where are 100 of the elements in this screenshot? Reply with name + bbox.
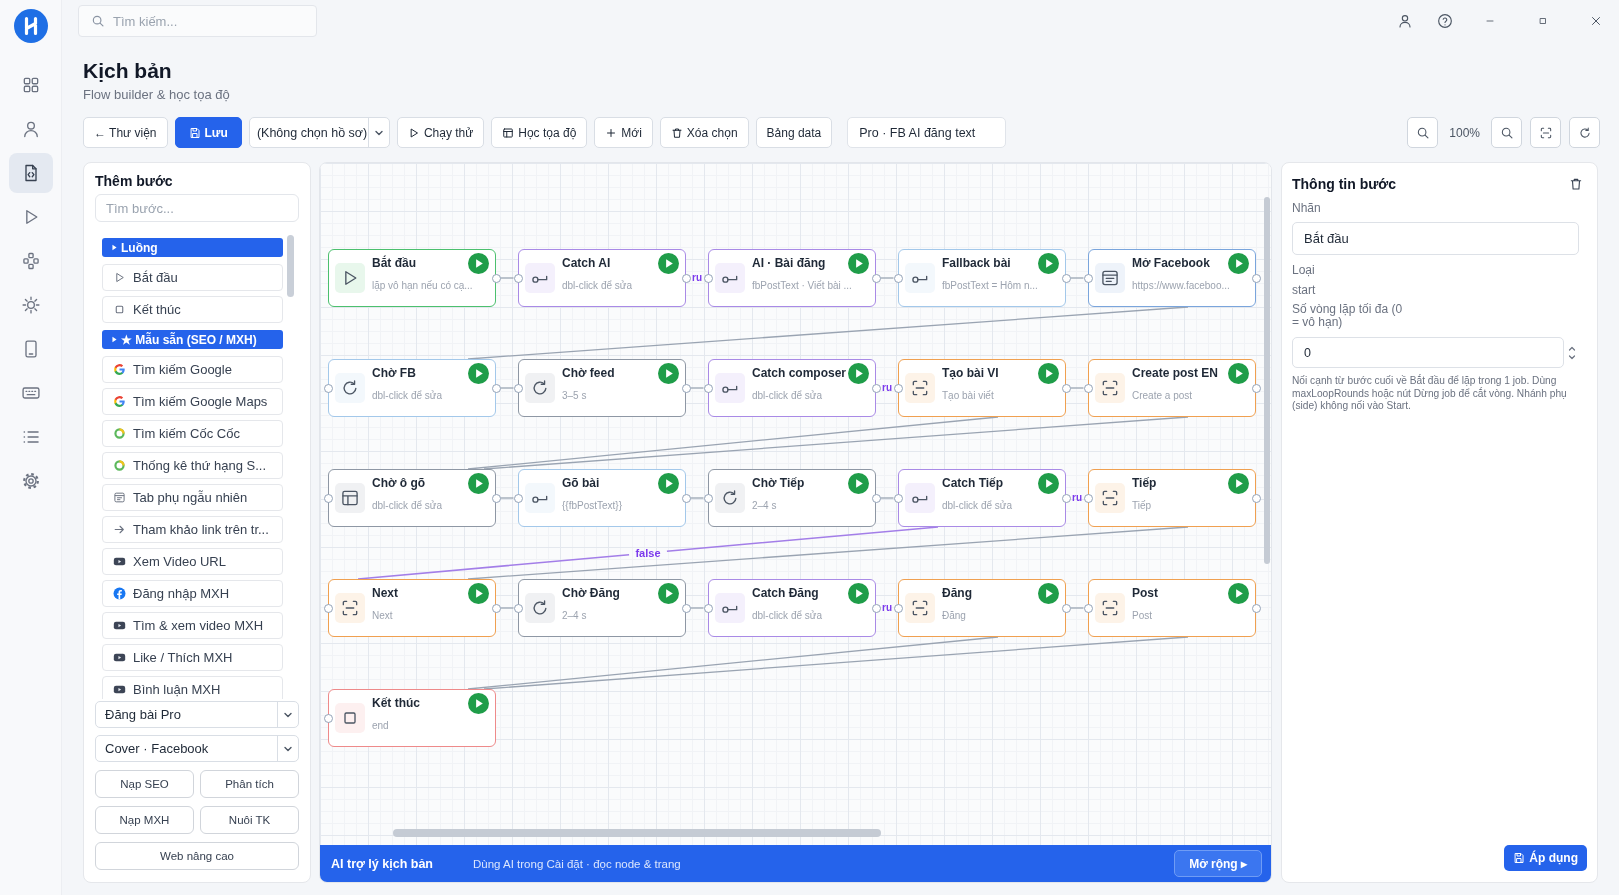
port-icon[interactable] [681,493,691,503]
play-icon[interactable] [658,362,679,384]
flow-node[interactable]: Chờ Đăng 2–4 s [518,579,686,637]
template-button[interactable]: Web nâng cao [95,842,299,870]
port-icon[interactable] [491,383,501,393]
scrollbar-thumb[interactable] [287,235,294,297]
template-select[interactable]: Cover · Facebook [95,735,299,762]
step-item[interactable]: Like / Thích MXH [102,644,283,671]
close-icon[interactable] [1589,14,1603,28]
port-icon[interactable] [1061,493,1071,503]
play-icon[interactable] [468,692,489,714]
template-button[interactable]: Nạp SEO [95,770,194,798]
toolbar-button[interactable]: Bảng data [755,117,833,148]
flow-node[interactable]: Chờ feed 3–5 s [518,359,686,417]
play-icon[interactable] [1228,362,1249,384]
flow-node[interactable]: Catch composer dbl-click để sửa [708,359,876,417]
flow-node[interactable]: Catch AI dbl-click để sửa [518,249,686,307]
play-icon[interactable] [848,362,869,384]
play-icon[interactable] [468,472,489,494]
port-icon[interactable] [1083,383,1093,393]
port-icon[interactable] [703,273,713,283]
template-select[interactable]: Đăng bài Pro [95,701,299,728]
port-icon[interactable] [703,493,713,503]
profile-select[interactable]: (Không chọn hồ sơ) [248,117,390,148]
play-icon[interactable] [658,252,679,274]
port-icon[interactable] [893,383,903,393]
play-icon[interactable] [658,582,679,604]
play-icon[interactable] [468,362,489,384]
port-icon[interactable] [491,493,501,503]
flow-node[interactable]: Fallback bài fbPostText = Hôm n... [898,249,1066,307]
step-item[interactable]: Tham khảo link trên tr... [102,516,283,543]
flow-node[interactable]: Post Post [1088,579,1256,637]
port-icon[interactable] [1251,603,1261,613]
fit-view-button[interactable] [1530,117,1561,148]
flow-node[interactable]: Kết thúc end [328,689,496,747]
play-icon[interactable] [1038,472,1059,494]
port-icon[interactable] [871,603,881,613]
step-item[interactable]: Xem Video URL [102,548,283,575]
play-icon[interactable] [848,582,869,604]
port-icon[interactable] [893,273,903,283]
play-icon[interactable] [848,252,869,274]
port-icon[interactable] [323,493,333,503]
maximize-icon[interactable] [1537,15,1549,27]
horizontal-scrollbar[interactable] [393,829,881,837]
port-icon[interactable] [871,493,881,503]
spinner-icon[interactable] [1568,344,1576,361]
play-icon[interactable] [1228,252,1249,274]
play-icon[interactable] [468,252,489,274]
port-icon[interactable] [513,603,523,613]
port-icon[interactable] [703,383,713,393]
flow-node[interactable]: Bắt đầu lặp vô hạn nếu có cạ... [328,249,496,307]
play-icon[interactable] [848,472,869,494]
flow-node[interactable]: Gõ bài {{fbPostText}} [518,469,686,527]
port-icon[interactable] [703,603,713,613]
expand-button[interactable]: Mở rộng ▸ [1174,850,1262,877]
test-run-button[interactable]: Chạy thử [396,117,485,148]
play-icon[interactable] [1228,472,1249,494]
nav-button[interactable] [8,153,53,193]
search-field[interactable]: Tìm kiếm... [78,5,317,37]
port-icon[interactable] [1061,273,1071,283]
flow-node[interactable]: Tạo bài VI Tạo bài viết [898,359,1066,417]
learn-coordinates-button[interactable]: Học tọa độ [491,117,588,148]
step-item[interactable]: Kết thúc [102,296,283,323]
flow-node[interactable]: Chờ Tiếp 2–4 s [708,469,876,527]
flow-node[interactable]: Mở Facebook https://www.faceboo... [1088,249,1256,307]
save-button[interactable]: Lưu [174,117,242,148]
port-icon[interactable] [323,383,333,393]
flow-node[interactable]: Catch Đăng dbl-click để sửa [708,579,876,637]
apply-button[interactable]: Áp dụng [1504,845,1587,871]
step-item[interactable]: Đăng nhập MXH [102,580,283,607]
port-icon[interactable] [681,273,691,283]
flow-node[interactable]: Catch Tiếp dbl-click để sửa [898,469,1066,527]
port-icon[interactable] [871,273,881,283]
port-icon[interactable] [893,493,903,503]
template-button[interactable]: Phân tích [200,770,299,798]
group-header[interactable]: Luồng [102,238,283,257]
zoom-out-button[interactable] [1407,117,1439,148]
flow-node[interactable]: Chờ FB dbl-click để sửa [328,359,496,417]
label-field[interactable]: Bắt đầu [1292,222,1579,255]
toolbar-button[interactable]: ← Thư viện [83,117,168,148]
play-icon[interactable] [1038,362,1059,384]
port-icon[interactable] [323,603,333,613]
refresh-button[interactable] [1569,117,1600,148]
script-name-field[interactable]: Pro · FB AI đăng text [847,117,1007,148]
port-icon[interactable] [1083,493,1093,503]
port-icon[interactable] [1251,383,1261,393]
port-icon[interactable] [1083,273,1093,283]
port-icon[interactable] [1061,383,1071,393]
port-icon[interactable] [871,383,881,393]
step-item[interactable]: Thống kê thứ hạng S... [102,452,283,479]
trash-icon[interactable] [1569,177,1583,191]
step-item[interactable]: Tìm kiếm Google Maps [102,388,283,415]
step-item[interactable]: Bình luận MXH [102,676,283,699]
vertical-scrollbar[interactable] [1264,197,1270,564]
flow-node[interactable]: Tiếp Tiếp [1088,469,1256,527]
port-icon[interactable] [681,603,691,613]
step-search-field[interactable]: Tìm bước... [95,194,299,222]
template-button[interactable]: Nạp MXH [95,806,194,834]
play-icon[interactable] [658,472,679,494]
step-item[interactable]: Tìm kiếm Cốc Cốc [102,420,283,447]
